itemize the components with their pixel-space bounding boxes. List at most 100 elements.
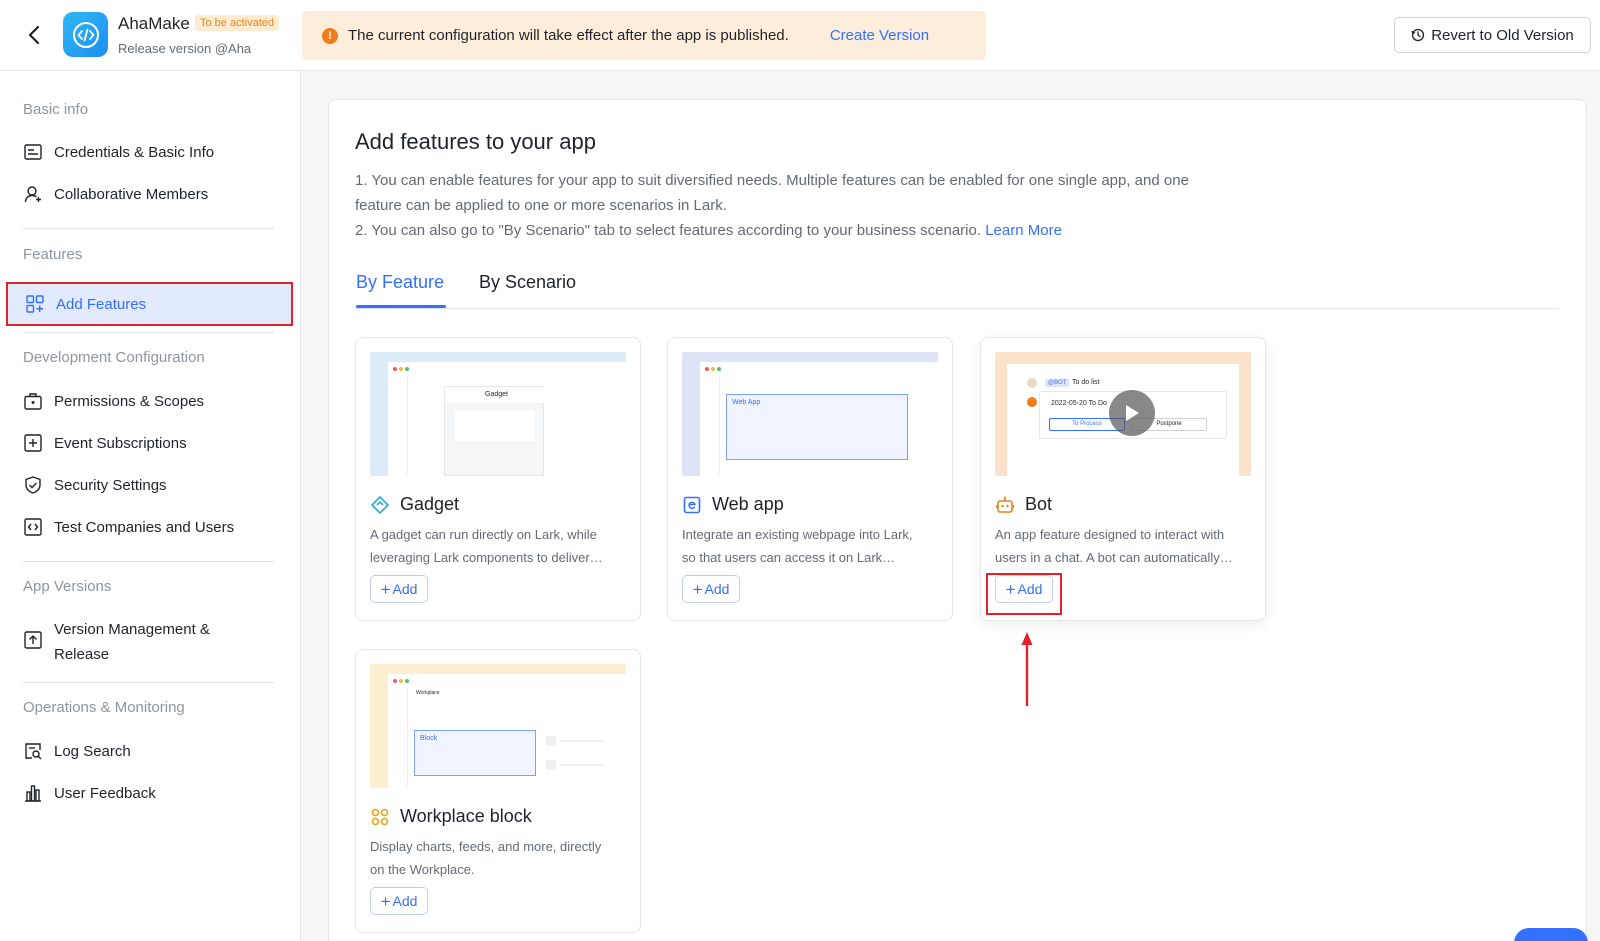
placeholder-block	[546, 760, 556, 770]
robot-icon	[995, 495, 1015, 515]
avatar	[1027, 378, 1037, 388]
placeholder-block	[546, 736, 556, 746]
sidebar-item-label: Log Search	[54, 742, 131, 760]
sidebar-item-label: Security Settings	[54, 476, 167, 494]
sidebar-item-members[interactable]: Collaborative Members	[23, 184, 279, 204]
status-badge: To be activated	[195, 15, 279, 31]
sidebar-item-user-feedback[interactable]: User Feedback	[23, 783, 279, 803]
preview-sidebar	[388, 376, 408, 476]
sidebar-item-log-search[interactable]: Log Search	[23, 741, 279, 761]
learn-more-link[interactable]: Learn More	[985, 222, 1062, 239]
version-label-line2: Release	[54, 646, 110, 663]
page-title: Add features to your app	[355, 129, 596, 154]
sidebar-item-security[interactable]: Security Settings	[23, 475, 279, 495]
card-title-text: Gadget	[400, 494, 460, 514]
desc-line: users in a chat. A bot can automatically…	[995, 550, 1233, 565]
app-name: AhaMake	[118, 14, 190, 33]
divider	[23, 332, 274, 333]
add-workplace-block-button[interactable]: + Add	[370, 887, 428, 915]
web-app-frame-label: Web App	[732, 399, 761, 406]
desc-line: leveraging Lark components to deliver…	[370, 550, 603, 565]
todo-list-label: To do list	[1072, 379, 1100, 386]
gadget-window-title: Gadget	[445, 387, 545, 403]
sidebar-item-label: Version Management & Release	[54, 617, 210, 667]
sidebar: Basic info Credentials & Basic Info Coll…	[0, 71, 301, 941]
sidebar-item-events[interactable]: Event Subscriptions	[23, 433, 279, 453]
help-floating-button[interactable]	[1514, 928, 1588, 941]
preview-window: @BOT To do list 2022-05-20 To Do To Proc…	[1007, 364, 1239, 476]
briefcase-lock-icon	[23, 391, 43, 411]
add-user-icon	[23, 184, 43, 204]
gadget-window: Gadget	[444, 386, 545, 476]
add-web-app-button[interactable]: + Add	[682, 575, 740, 603]
log-search-icon	[23, 741, 43, 761]
card-description: Display charts, feeds, and more, directl…	[370, 835, 628, 881]
window-dot	[405, 367, 409, 371]
placeholder-line	[560, 740, 604, 742]
version-label-line1: Version Management &	[54, 621, 210, 638]
revert-old-version-button[interactable]: Revert to Old Version	[1394, 17, 1591, 53]
feature-card-workplace-block: Workplace Block Workplace block Display …	[355, 649, 641, 933]
tab-by-feature[interactable]: By Feature	[356, 272, 444, 293]
window-dot	[711, 367, 715, 371]
block-frame: Block	[414, 730, 536, 776]
revert-button-label: Revert to Old Version	[1431, 26, 1574, 44]
sidebar-item-add-features[interactable]: Add Features	[6, 282, 293, 326]
add-gadget-button[interactable]: + Add	[370, 575, 428, 603]
preview-window: Gadget	[388, 362, 626, 476]
divider	[23, 561, 274, 562]
sidebar-item-label: User Feedback	[54, 784, 156, 802]
publish-notice-banner: ! The current configuration will take ef…	[302, 11, 986, 60]
preview-sidebar	[700, 376, 720, 476]
release-version-label: Release version @Aha	[118, 41, 252, 56]
create-version-link[interactable]: Create Version	[830, 27, 929, 44]
sidebar-item-credentials[interactable]: Credentials & Basic Info	[23, 142, 279, 162]
section-operations: Operations & Monitoring	[23, 699, 185, 716]
tab-by-scenario[interactable]: By Scenario	[479, 272, 576, 293]
gadget-icon	[370, 495, 390, 515]
sidebar-item-label: Collaborative Members	[54, 185, 209, 203]
banner-text: The current configuration will take effe…	[348, 27, 789, 44]
event-plus-icon	[23, 433, 43, 453]
page-description: 1. You can enable features for your app …	[355, 168, 1255, 243]
workplace-block-preview-image: Workplace Block	[370, 664, 626, 788]
card-description: Integrate an existing webpage into Lark,…	[682, 523, 940, 569]
section-development: Development Configuration	[23, 349, 205, 366]
card-title: Workplace block	[370, 806, 532, 827]
window-dot	[393, 367, 397, 371]
sidebar-item-permissions[interactable]: Permissions & Scopes	[23, 391, 279, 411]
desc-line: A gadget can run directly on Lark, while	[370, 527, 597, 542]
desc-line-1: 1. You can enable features for your app …	[355, 172, 1189, 189]
workplace-block-icon	[370, 807, 390, 827]
sidebar-item-version-management[interactable]: Version Management & Release	[23, 617, 279, 667]
play-icon[interactable]	[1109, 390, 1155, 436]
desc-line-3: 2. You can also go to "By Scenario" tab …	[355, 222, 982, 239]
add-button-label: Add	[704, 581, 730, 597]
sidebar-item-label: Credentials & Basic Info	[54, 143, 215, 161]
preview-window: Web App	[700, 362, 938, 476]
apps-grid-icon	[25, 294, 45, 314]
window-dot	[717, 367, 721, 371]
plus-icon: +	[380, 579, 391, 599]
top-header: AhaMake To be activated Release version …	[0, 0, 1600, 71]
card-title: Bot	[995, 494, 1052, 515]
web-app-preview-image: Web App	[682, 352, 938, 476]
placeholder-line	[560, 764, 604, 766]
desc-line: Display charts, feeds, and more, directl…	[370, 839, 602, 854]
window-dot	[399, 367, 403, 371]
gadget-preview-image: Gadget	[370, 352, 626, 476]
block-frame-label: Block	[420, 735, 438, 742]
window-dot	[405, 679, 409, 683]
sidebar-item-label: Event Subscriptions	[54, 434, 187, 452]
desc-line-2: feature can be applied to one or more sc…	[355, 197, 727, 214]
todo-date: 2022-05-20 To Do	[1051, 400, 1107, 407]
sidebar-item-test-companies[interactable]: Test Companies and Users	[23, 517, 279, 537]
card-title-text: Web app	[712, 494, 784, 514]
divider	[23, 228, 274, 229]
back-arrow-icon[interactable]	[22, 22, 46, 48]
plus-icon: +	[380, 891, 391, 911]
add-button-label: Add	[392, 581, 418, 597]
feature-card-web-app: Web App Web app Integrate an existing we…	[667, 337, 953, 621]
app-logo-icon	[63, 12, 108, 57]
section-app-versions: App Versions	[23, 578, 112, 595]
